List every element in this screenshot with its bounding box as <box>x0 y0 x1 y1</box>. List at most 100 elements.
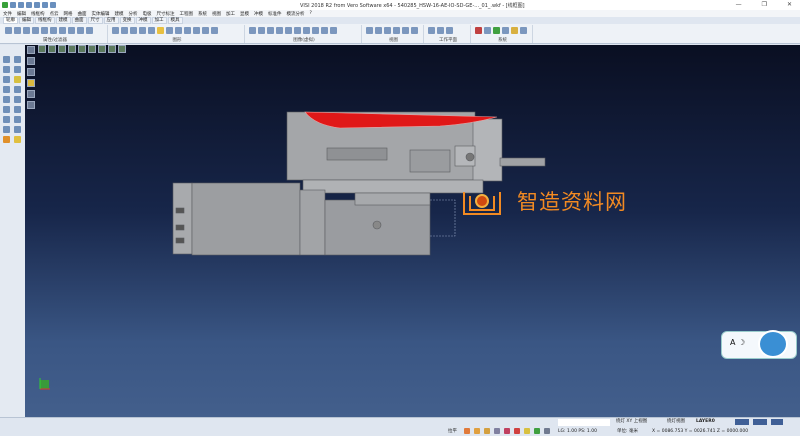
menu-help[interactable]: ? <box>310 11 312 16</box>
quick-access-toolbar[interactable] <box>0 2 56 8</box>
tool-icon[interactable] <box>3 106 10 113</box>
axis-triad-icon <box>39 378 50 390</box>
save-icon[interactable] <box>26 2 32 8</box>
status-box[interactable] <box>771 419 783 425</box>
menu-wireframe[interactable]: 线框构 <box>31 11 45 17</box>
mascot-icon <box>758 330 788 358</box>
menu-mesh[interactable]: 网格 <box>64 11 73 17</box>
tool-icon[interactable] <box>3 136 10 143</box>
snap-icon[interactable] <box>514 428 520 434</box>
tool-icon[interactable] <box>14 116 21 123</box>
ribbon-tabs: 轮廓 编辑 线框构 建模 曲面 尺寸 应用 变换 冲模 加工 模具 <box>3 17 183 24</box>
menu-system[interactable]: 系统 <box>198 11 207 17</box>
right-plate <box>472 118 503 182</box>
tab-wireframe[interactable]: 线框构 <box>35 17 55 24</box>
mechanism <box>409 149 451 173</box>
menu-file[interactable]: 文件 <box>3 11 12 17</box>
grid-icon[interactable] <box>544 428 550 434</box>
3d-viewport[interactable]: 智造资料网 A ☽ <box>25 45 800 417</box>
connector <box>175 237 185 244</box>
tool-icon[interactable] <box>3 96 10 103</box>
command-input[interactable] <box>558 419 610 426</box>
tab-die[interactable]: 冲模 <box>135 17 151 24</box>
snap-icon[interactable] <box>464 428 470 434</box>
watermark-text: 智造资料网 <box>517 190 627 214</box>
tool-icon[interactable] <box>3 86 10 93</box>
tool-icon[interactable] <box>14 66 21 73</box>
tab-surface[interactable]: 曲面 <box>71 17 87 24</box>
tool-icon[interactable] <box>3 126 10 133</box>
menu-pointcloud[interactable]: 点云 <box>50 11 59 17</box>
ribbon: 属性/过滤器 图形 图像(虚拟) 视图 工作平面 系统 <box>0 24 800 44</box>
layer-indicator[interactable]: LAYER0 <box>696 418 715 426</box>
screw <box>372 220 382 230</box>
snap-icon[interactable] <box>494 428 500 434</box>
status-bar: 绕灯 XY 上视图 绕灯视图 LAYER0 拉平 LG: 1.00 PS: 1.… <box>0 417 800 436</box>
menu-electrode[interactable]: 电极 <box>143 11 152 17</box>
menu-dimension[interactable]: 尺寸标注 <box>157 11 175 17</box>
tab-mould[interactable]: 模具 <box>167 17 183 24</box>
open-icon[interactable] <box>18 2 24 8</box>
tab-transform[interactable]: 变换 <box>119 17 135 24</box>
tab-profile[interactable]: 轮廓 <box>3 17 18 24</box>
snap-icon[interactable] <box>504 428 510 434</box>
tool-icon[interactable] <box>14 56 21 63</box>
menu-view[interactable]: 视图 <box>212 11 221 17</box>
redo-icon[interactable] <box>50 2 56 8</box>
tab-machining[interactable]: 加工 <box>151 17 167 24</box>
tab-dimension[interactable]: 尺寸 <box>87 17 103 24</box>
new-icon[interactable] <box>10 2 16 8</box>
connector <box>175 224 185 231</box>
print-icon[interactable] <box>34 2 40 8</box>
bolt <box>465 152 475 162</box>
menu-drawing[interactable]: 工程图 <box>180 11 194 17</box>
tab-modeling[interactable]: 建模 <box>55 17 71 24</box>
menu-edit[interactable]: 编辑 <box>17 11 26 17</box>
menu-mould[interactable]: 显模 <box>240 11 249 17</box>
maximize-button[interactable]: ❐ <box>762 1 767 8</box>
horizontal-plate <box>302 179 484 194</box>
view-mode[interactable]: 绕灯视图 <box>667 418 685 426</box>
menu-solid-edit[interactable]: 实体编辑 <box>92 11 110 17</box>
tab-apply[interactable]: 应用 <box>103 17 119 24</box>
menu-modeling[interactable]: 建模 <box>115 11 124 17</box>
app-icon <box>2 2 8 8</box>
tab-edit[interactable]: 编辑 <box>19 17 34 24</box>
status-box[interactable] <box>735 419 749 425</box>
status-box[interactable] <box>753 419 767 425</box>
title-bar: VISI 2018 R2 from Vero Software x64 - 54… <box>0 0 800 10</box>
coordinate-readout: X = 0086.753 Y = 0026.741 Z = 0000.000 <box>652 429 749 434</box>
tool-icon[interactable] <box>14 136 21 143</box>
mode-label[interactable]: 拉平 <box>448 427 457 436</box>
snap-icon[interactable] <box>534 428 540 434</box>
menu-machining[interactable]: 加工 <box>226 11 235 17</box>
minimize-button[interactable]: — <box>736 1 742 8</box>
snap-icon[interactable] <box>484 428 490 434</box>
menu-die[interactable]: 冲模 <box>254 11 263 17</box>
mascot-widget[interactable]: A ☽ <box>721 330 797 359</box>
tool-icon[interactable] <box>3 116 10 123</box>
tool-icon[interactable] <box>14 86 21 93</box>
menu-analysis[interactable]: 分析 <box>129 11 138 17</box>
tool-icon[interactable] <box>3 56 10 63</box>
undo-icon[interactable] <box>42 2 48 8</box>
tool-icon[interactable] <box>3 76 10 83</box>
tool-icon[interactable] <box>14 96 21 103</box>
snap-icon[interactable] <box>474 428 480 434</box>
left-toolbar <box>0 45 25 417</box>
menu-surface[interactable]: 曲面 <box>78 11 87 17</box>
snap-icon[interactable] <box>524 428 530 434</box>
tool-icon[interactable] <box>14 106 21 113</box>
close-button[interactable]: ✕ <box>787 1 792 8</box>
tool-icon[interactable] <box>14 76 21 83</box>
tool-icon[interactable] <box>14 126 21 133</box>
cad-model[interactable] <box>25 45 800 417</box>
connector <box>175 207 185 214</box>
group-workplane: 工作平面 <box>426 25 471 43</box>
menu-standard-parts[interactable]: 标准件 <box>268 11 282 17</box>
tool-icon[interactable] <box>3 66 10 73</box>
menu-flow-analysis[interactable]: 模流分析 <box>287 11 305 17</box>
window-title: VISI 2018 R2 from Vero Software x64 - 54… <box>300 3 525 9</box>
group-system: 系统 <box>473 25 533 43</box>
motor-body <box>191 182 301 256</box>
